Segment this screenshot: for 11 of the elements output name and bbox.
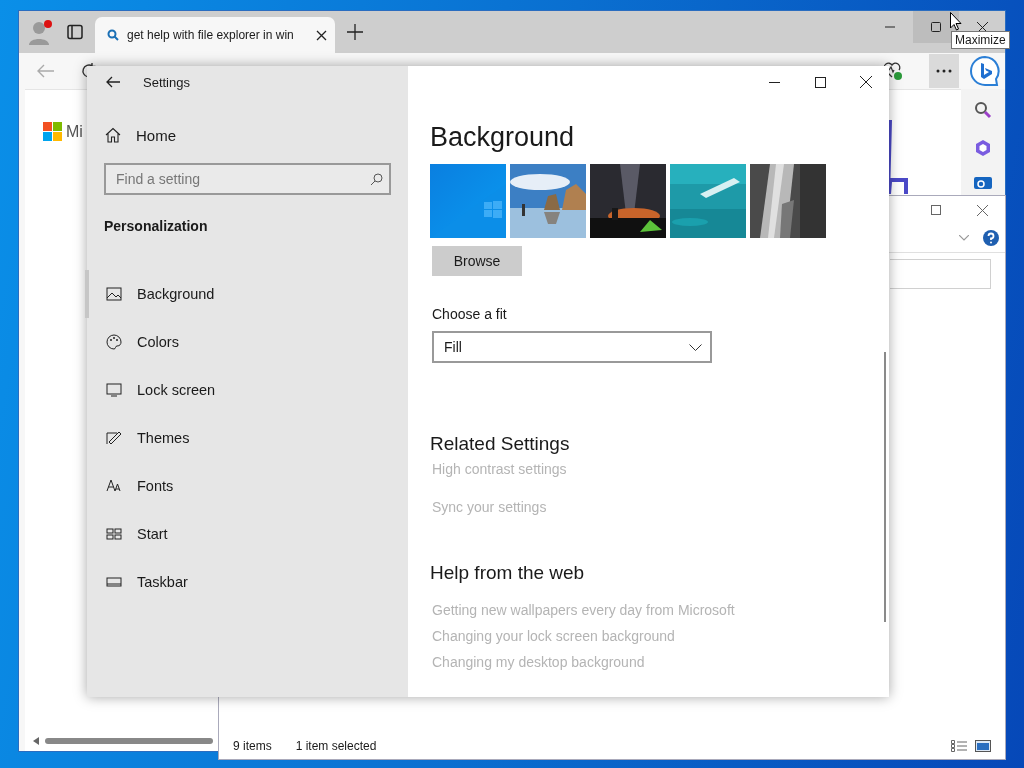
fit-label: Choose a fit <box>432 306 508 322</box>
window-title: Settings <box>143 74 190 90</box>
section-heading: Related Settings <box>430 432 571 456</box>
item-count: 9 items <box>233 739 272 753</box>
selection-count: 1 item selected <box>295 739 377 753</box>
section-heading: Help from the web <box>430 561 586 585</box>
logo-text: Mi <box>66 122 83 141</box>
section-heading: Personalization <box>104 218 209 234</box>
tab-title: get help with file explorer in win <box>127 28 295 42</box>
tooltip: Maximize <box>951 31 1010 49</box>
page-heading: Background <box>430 121 576 154</box>
